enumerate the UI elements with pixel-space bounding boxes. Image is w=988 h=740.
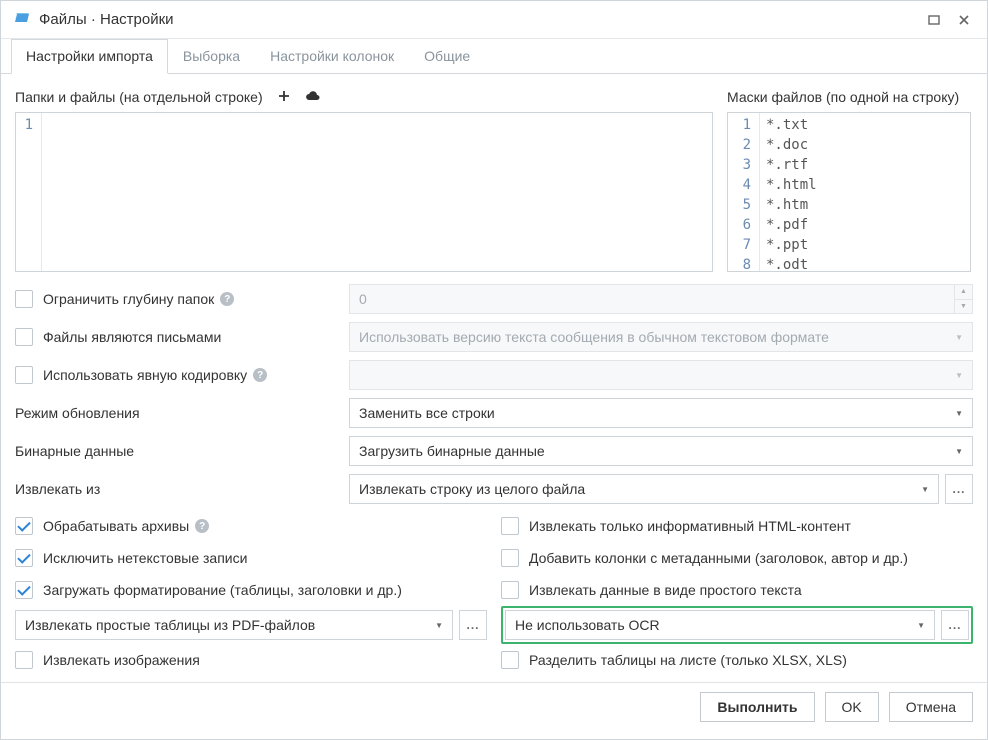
add-meta-cols-checkbox[interactable] — [501, 549, 519, 567]
files-label: Папки и файлы (на отдельной строке) — [15, 89, 263, 105]
masks-textarea[interactable]: *.txt*.doc*.rtf*.html*.htm*.pdf*.ppt*.od… — [760, 113, 970, 271]
binary-data-label: Бинарные данные — [15, 443, 134, 459]
cancel-button[interactable]: Отмена — [889, 692, 973, 722]
tab-general[interactable]: Общие — [409, 39, 485, 74]
limit-depth-label: Ограничить глубину папок — [43, 291, 214, 307]
exclude-nontext-checkbox[interactable] — [15, 549, 33, 567]
extract-from-label: Извлекать из — [15, 481, 100, 497]
run-button[interactable]: Выполнить — [700, 692, 814, 722]
chevron-down-icon: ▼ — [955, 409, 963, 418]
use-encoding-checkbox[interactable] — [15, 366, 33, 384]
file-icon — [15, 10, 31, 29]
spinner-down[interactable]: ▼ — [955, 300, 972, 314]
tab-selection[interactable]: Выборка — [168, 39, 255, 74]
ocr-highlight: Не использовать OCR ▼ ... — [501, 606, 973, 644]
pdf-tables-more-button[interactable]: ... — [459, 610, 487, 640]
extract-images-label: Извлекать изображения — [43, 652, 200, 668]
ocr-more-button[interactable]: ... — [941, 610, 969, 640]
ocr-select[interactable]: Не использовать OCR ▼ — [505, 610, 935, 640]
chevron-down-icon: ▼ — [921, 485, 929, 494]
load-formatting-label: Загружать форматирование (таблицы, загол… — [43, 582, 402, 598]
help-icon[interactable]: ? — [253, 368, 267, 382]
extract-images-checkbox[interactable] — [15, 651, 33, 669]
maximize-button[interactable] — [925, 11, 943, 29]
chevron-down-icon: ▼ — [955, 333, 963, 342]
update-mode-label: Режим обновления — [15, 405, 140, 421]
depth-spinner[interactable]: 0 ▲ ▼ — [349, 284, 973, 314]
tab-column-settings[interactable]: Настройки колонок — [255, 39, 409, 74]
add-icon[interactable] — [277, 89, 291, 106]
process-archives-label: Обрабатывать архивы — [43, 518, 189, 534]
extract-from-more-button[interactable]: ... — [945, 474, 973, 504]
chevron-down-icon: ▼ — [917, 621, 925, 630]
add-meta-cols-label: Добавить колонки с метаданными (заголово… — [529, 550, 908, 566]
exclude-nontext-label: Исключить нетекстовые записи — [43, 550, 247, 566]
masks-label: Маски файлов (по одной на строку) — [727, 89, 959, 105]
emails-format-select: Использовать версию текста сообщения в о… — [349, 322, 973, 352]
help-icon[interactable]: ? — [220, 292, 234, 306]
tabs: Настройки импорта Выборка Настройки коло… — [1, 39, 987, 74]
extract-plain-checkbox[interactable] — [501, 581, 519, 599]
titlebar: Файлы · Настройки — [1, 1, 987, 39]
masks-gutter: 12345678 — [728, 113, 760, 271]
extract-from-select[interactable]: Извлекать строку из целого файла ▼ — [349, 474, 939, 504]
extract-html-label: Извлекать только информативный HTML-конт… — [529, 518, 851, 534]
close-button[interactable] — [955, 11, 973, 29]
load-formatting-checkbox[interactable] — [15, 581, 33, 599]
process-archives-checkbox[interactable] — [15, 517, 33, 535]
files-editor[interactable]: 1 — [15, 112, 713, 272]
extract-plain-label: Извлекать данные в виде простого текста — [529, 582, 802, 598]
spinner-up[interactable]: ▲ — [955, 285, 972, 300]
content-area: Папки и файлы (на отдельной строке) 1 Ма… — [1, 74, 987, 682]
help-icon[interactable]: ? — [195, 519, 209, 533]
files-gutter: 1 — [16, 113, 42, 271]
cloud-icon[interactable] — [305, 89, 321, 105]
footer: Выполнить OK Отмена — [1, 682, 987, 730]
pdf-tables-select[interactable]: Извлекать простые таблицы из PDF-файлов … — [15, 610, 453, 640]
split-tables-label: Разделить таблицы на листе (только XLSX,… — [529, 652, 847, 668]
extract-html-checkbox[interactable] — [501, 517, 519, 535]
files-textarea[interactable] — [42, 113, 712, 271]
window-title: Файлы · Настройки — [39, 11, 913, 28]
ok-button[interactable]: OK — [825, 692, 879, 722]
update-mode-select[interactable]: Заменить все строки ▼ — [349, 398, 973, 428]
binary-data-select[interactable]: Загрузить бинарные данные ▼ — [349, 436, 973, 466]
encoding-select: ▼ — [349, 360, 973, 390]
chevron-down-icon: ▼ — [435, 621, 443, 630]
tab-import-settings[interactable]: Настройки импорта — [11, 39, 168, 74]
chevron-down-icon: ▼ — [955, 447, 963, 456]
split-tables-checkbox[interactable] — [501, 651, 519, 669]
files-are-emails-label: Файлы являются письмами — [43, 329, 221, 345]
files-are-emails-checkbox[interactable] — [15, 328, 33, 346]
limit-depth-checkbox[interactable] — [15, 290, 33, 308]
masks-editor[interactable]: 12345678 *.txt*.doc*.rtf*.html*.htm*.pdf… — [727, 112, 971, 272]
use-encoding-label: Использовать явную кодировку — [43, 367, 247, 383]
chevron-down-icon: ▼ — [955, 371, 963, 380]
